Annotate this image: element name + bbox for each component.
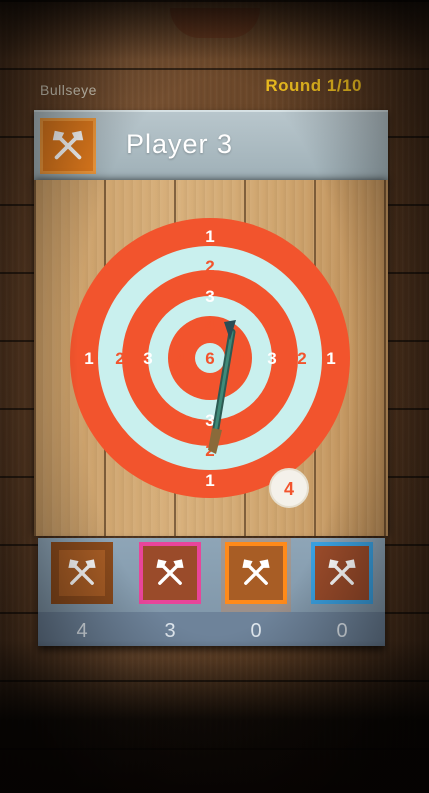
ring-label: 4 [205,383,215,402]
wooden-target-board[interactable]: 1 2 3 4 6 4 3 2 1 1 2 3 4 4 3 2 1 [34,180,388,536]
ring-label: 3 [267,349,276,368]
last-throw-score: 4 [284,479,294,499]
ring-label: 3 [143,349,152,368]
ring-label: 1 [205,471,214,490]
ring-label: 3 [205,287,214,306]
ring-label: 1 [326,349,335,368]
player-1-score: 4 [76,620,88,642]
ring-label: 4 [175,349,185,368]
ring-label: 4 [235,349,245,368]
player-2-score: 3 [164,620,176,642]
crossed-axes-icon [40,118,96,174]
player-scoreboard: 4 3 0 0 [38,538,385,646]
player-4-slot[interactable] [311,542,373,604]
ring-label: 2 [115,349,124,368]
crossed-axes-icon [147,550,193,596]
player-2-slot[interactable] [139,542,201,604]
round-counter: Round 1/10 [265,76,362,95]
current-player-banner: Player 3 [34,110,388,180]
ring-label: 4 [205,315,215,334]
player-1-slot[interactable] [51,542,113,604]
current-player-name: Player 3 [126,129,234,159]
ring-label: 6 [205,349,214,368]
player-4-score: 0 [336,620,348,642]
bullseye-target[interactable]: 1 2 3 4 6 4 3 2 1 1 2 3 4 4 3 2 1 [34,180,388,536]
ring-label: 2 [297,349,306,368]
ring-label: 1 [84,349,93,368]
crossed-axes-icon [59,550,105,596]
ring-label: 1 [205,227,214,246]
player-3-score: 0 [250,620,262,642]
crossed-axes-icon [233,550,279,596]
game-mode-label: Bullseye [40,82,97,98]
player-3-slot[interactable] [225,542,287,604]
crossed-axes-icon [319,550,365,596]
ring-label: 2 [205,257,214,276]
